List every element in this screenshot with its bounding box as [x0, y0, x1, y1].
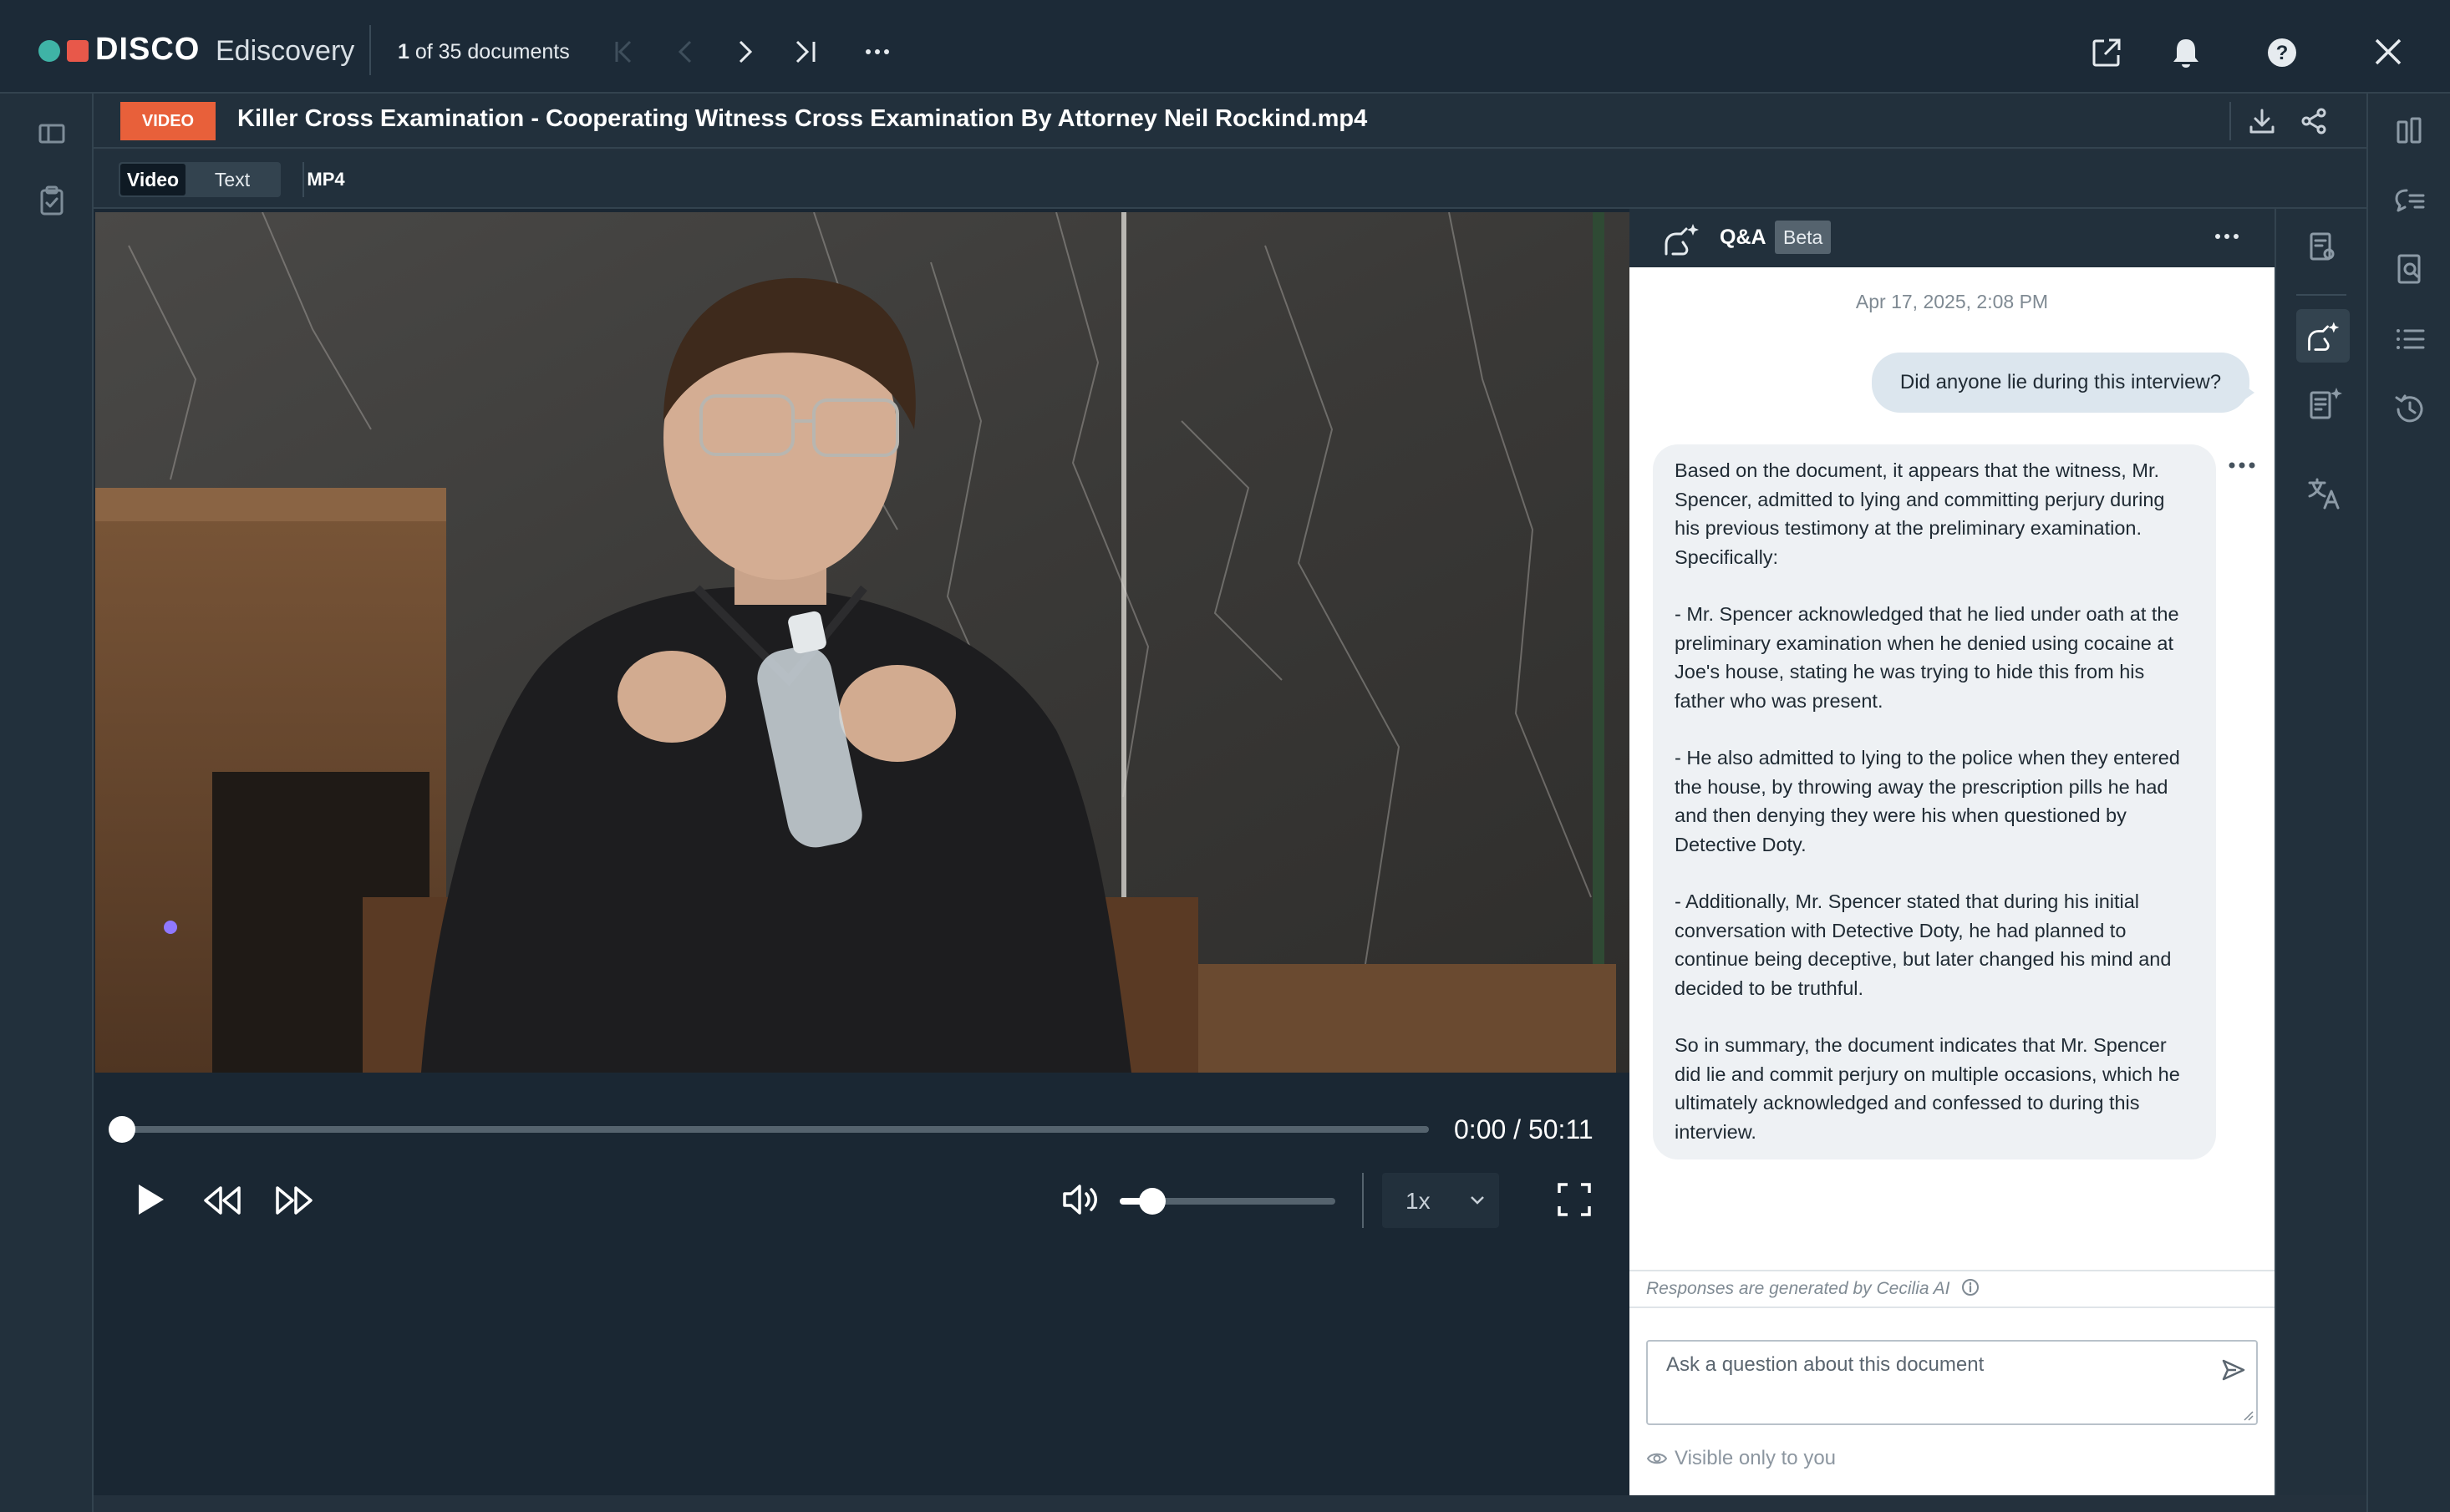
- columns-icon[interactable]: [2393, 114, 2425, 145]
- rewind-icon[interactable]: [202, 1185, 242, 1216]
- top-bar: DISCO Ediscovery 1 of 35 documents ?: [0, 0, 2450, 94]
- ai-disclaimer: Responses are generated by Cecilia AI: [1646, 1278, 1980, 1299]
- help-icon[interactable]: ?: [2266, 37, 2298, 68]
- previous-document-icon[interactable]: [673, 38, 700, 65]
- disclaimer-text: Responses are generated by Cecilia AI: [1646, 1279, 1950, 1298]
- eye-icon: [1646, 1453, 1668, 1464]
- right-rail: [2366, 94, 2450, 1512]
- message-options-icon[interactable]: [2228, 461, 2256, 469]
- left-rail: [0, 94, 94, 1512]
- ai-paragraph: - He also admitted to lying to the polic…: [1675, 747, 2180, 855]
- divider: [2229, 102, 2231, 140]
- video-frame[interactable]: [95, 212, 1629, 1073]
- brand-name: DISCO: [95, 32, 201, 67]
- chevron-down-icon: [1471, 1196, 1484, 1205]
- bubble-tail: [2243, 384, 2254, 401]
- document-header: VIDEO Killer Cross Examination - Coopera…: [94, 94, 2366, 149]
- logo-red-square: [67, 40, 89, 62]
- brand-subtitle: Ediscovery: [216, 35, 355, 67]
- document-title: Killer Cross Examination - Cooperating W…: [237, 105, 1368, 132]
- seek-handle[interactable]: [109, 1116, 135, 1143]
- more-options-icon[interactable]: [864, 47, 891, 57]
- open-external-icon[interactable]: [2091, 37, 2122, 68]
- divider: [2296, 294, 2346, 296]
- user-message: Did anyone lie during this interview?: [1872, 353, 2249, 413]
- fullscreen-icon[interactable]: [1556, 1181, 1593, 1218]
- visibility-text: Visible only to you: [1675, 1447, 1837, 1469]
- qa-more-options-icon[interactable]: [2214, 232, 2239, 241]
- close-icon[interactable]: [2373, 37, 2403, 67]
- last-document-icon[interactable]: [792, 38, 819, 65]
- tab-text[interactable]: Text: [187, 164, 277, 195]
- divider: [1629, 1270, 2275, 1271]
- comments-icon[interactable]: [2393, 185, 2427, 216]
- panel-toggle-icon[interactable]: [37, 119, 67, 149]
- clipboard-check-icon[interactable]: [38, 185, 65, 217]
- svg-text:?: ?: [2276, 42, 2289, 64]
- player-controls: 0:00 / 50:11 1x: [95, 1073, 1629, 1495]
- qa-tab-button[interactable]: [2296, 309, 2350, 363]
- volume-handle[interactable]: [1138, 1188, 1166, 1215]
- volume-icon[interactable]: [1061, 1181, 1100, 1218]
- ai-paragraph: - Mr. Spencer acknowledged that he lied …: [1675, 603, 2179, 712]
- ai-paragraph: So in summary, the document indicates th…: [1675, 1034, 2180, 1143]
- history-icon[interactable]: [2393, 393, 2427, 426]
- question-input[interactable]: Ask a question about this document: [1646, 1340, 2258, 1425]
- list-icon[interactable]: [2393, 324, 2427, 354]
- document-counter: 1 of 35 documents: [398, 40, 570, 64]
- seek-track[interactable]: [120, 1126, 1429, 1133]
- resize-handle-icon[interactable]: [2243, 1410, 2254, 1422]
- speed-select[interactable]: 1x: [1382, 1173, 1499, 1228]
- info-icon[interactable]: [1961, 1278, 1980, 1296]
- visibility-note: Visible only to you: [1646, 1447, 1836, 1470]
- share-icon[interactable]: [2300, 107, 2328, 135]
- message-timestamp: Apr 17, 2025, 2:08 PM: [1855, 291, 2049, 312]
- fast-forward-icon[interactable]: [274, 1185, 314, 1216]
- divider: [1362, 1173, 1364, 1228]
- ai-response: Based on the document, it appears that t…: [1653, 444, 2216, 1159]
- beta-badge: Beta: [1775, 221, 1832, 254]
- counter-current: 1: [398, 40, 409, 63]
- question-placeholder: Ask a question about this document: [1666, 1353, 1985, 1376]
- next-document-icon[interactable]: [732, 38, 759, 65]
- tab-video[interactable]: Video: [120, 164, 186, 195]
- logo-teal-dot: [38, 40, 60, 62]
- qa-title: Q&A: [1720, 226, 1766, 249]
- video-still-image: [95, 212, 1629, 1073]
- qa-header: Q&A Beta: [1629, 209, 2275, 267]
- first-document-icon[interactable]: [610, 38, 637, 65]
- divider: [1629, 1307, 2275, 1308]
- counter-total: of 35 documents: [409, 40, 570, 63]
- document-search-icon[interactable]: [2306, 231, 2340, 264]
- panel-icon-rail: [2275, 209, 2366, 1495]
- divider: [369, 25, 371, 75]
- speed-value: 1x: [1405, 1188, 1431, 1214]
- document-review-icon[interactable]: [2395, 252, 2425, 286]
- translate-icon[interactable]: [2306, 476, 2341, 511]
- play-icon[interactable]: [134, 1181, 167, 1218]
- download-icon[interactable]: [2248, 107, 2276, 135]
- send-icon[interactable]: [2221, 1358, 2246, 1382]
- qa-panel: Q&A Beta Apr 17, 2025, 2:08 PM Did anyon…: [1629, 209, 2275, 1495]
- summary-ai-icon[interactable]: [2306, 386, 2343, 423]
- notifications-bell-icon[interactable]: [2171, 37, 2201, 68]
- time-display: 0:00 / 50:11: [1454, 1114, 1594, 1144]
- ai-assistant-icon: [2308, 322, 2340, 351]
- type-badge: VIDEO: [120, 102, 216, 140]
- ai-paragraph: Based on the document, it appears that t…: [1675, 459, 2165, 568]
- ai-paragraph: - Additionally, Mr. Spencer stated that …: [1675, 890, 2172, 999]
- format-label: MP4: [307, 169, 345, 190]
- view-tabs: Video Text MP4: [94, 150, 2366, 209]
- ai-assistant-icon: [1665, 224, 1699, 256]
